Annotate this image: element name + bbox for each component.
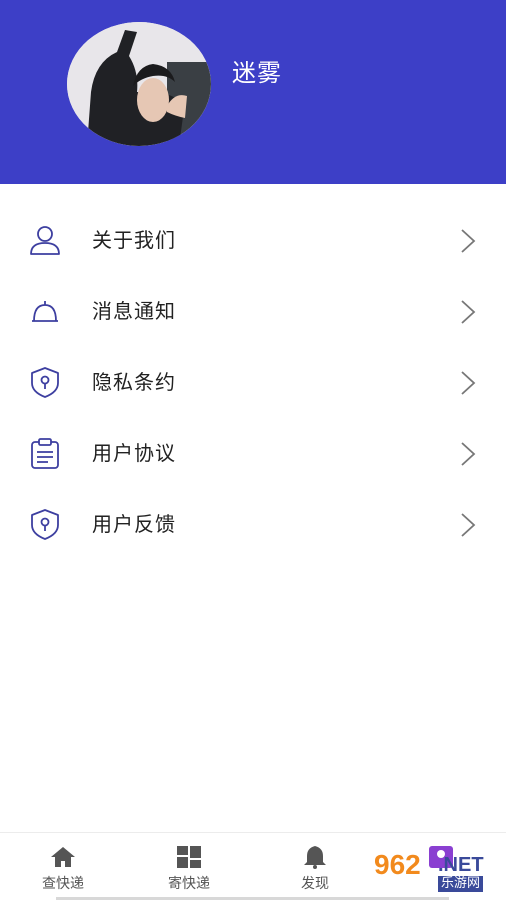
chevron-right-icon [461,229,476,253]
avatar[interactable] [67,22,211,146]
menu-item-user-feedback[interactable]: 用户反馈 [0,489,506,560]
watermark-brand: 962 [374,849,421,880]
bell-icon [32,301,58,322]
chevron-right-icon [461,300,476,324]
clipboard-icon [31,438,59,469]
tab-send-express[interactable]: 寄快递 [126,833,252,901]
profile-header: 迷雾 [0,0,506,184]
chevron-right-icon [461,442,476,466]
tab-track-express[interactable]: 查快递 [0,833,126,901]
menu-item-label: 隐私条约 [92,370,176,394]
tab-label: 寄快递 [168,876,210,892]
menu-item-label: 用户反馈 [92,512,176,536]
watermark-sub: 乐游网 [438,876,484,892]
menu-item-user-agreement[interactable]: 用户协议 [0,418,506,489]
chevron-right-icon [461,371,476,395]
menu-item-about-us[interactable]: 关于我们 [0,205,506,276]
grid-icon [177,846,201,868]
watermark-logo: 962 .NET 乐游网 [368,848,502,894]
home-icon [51,847,75,867]
bell-icon [304,846,326,869]
shield-icon [31,509,59,540]
shield-icon [31,367,59,398]
tab-label: 发现 [301,876,329,892]
watermark-suffix: .NET [438,854,484,876]
username: 迷雾 [232,59,282,87]
menu-item-privacy-policy[interactable]: 隐私条约 [0,347,506,418]
settings-menu: 关于我们 消息通知 隐私条约 用户协议 用户反馈 [0,205,506,560]
chevron-right-icon [461,513,476,537]
menu-item-notifications[interactable]: 消息通知 [0,276,506,347]
menu-item-label: 关于我们 [92,228,176,252]
menu-item-label: 消息通知 [92,299,176,323]
tab-discover[interactable]: 发现 [252,833,378,901]
tab-label: 查快递 [42,876,84,892]
user-icon [30,226,60,255]
menu-item-label: 用户协议 [92,441,176,465]
